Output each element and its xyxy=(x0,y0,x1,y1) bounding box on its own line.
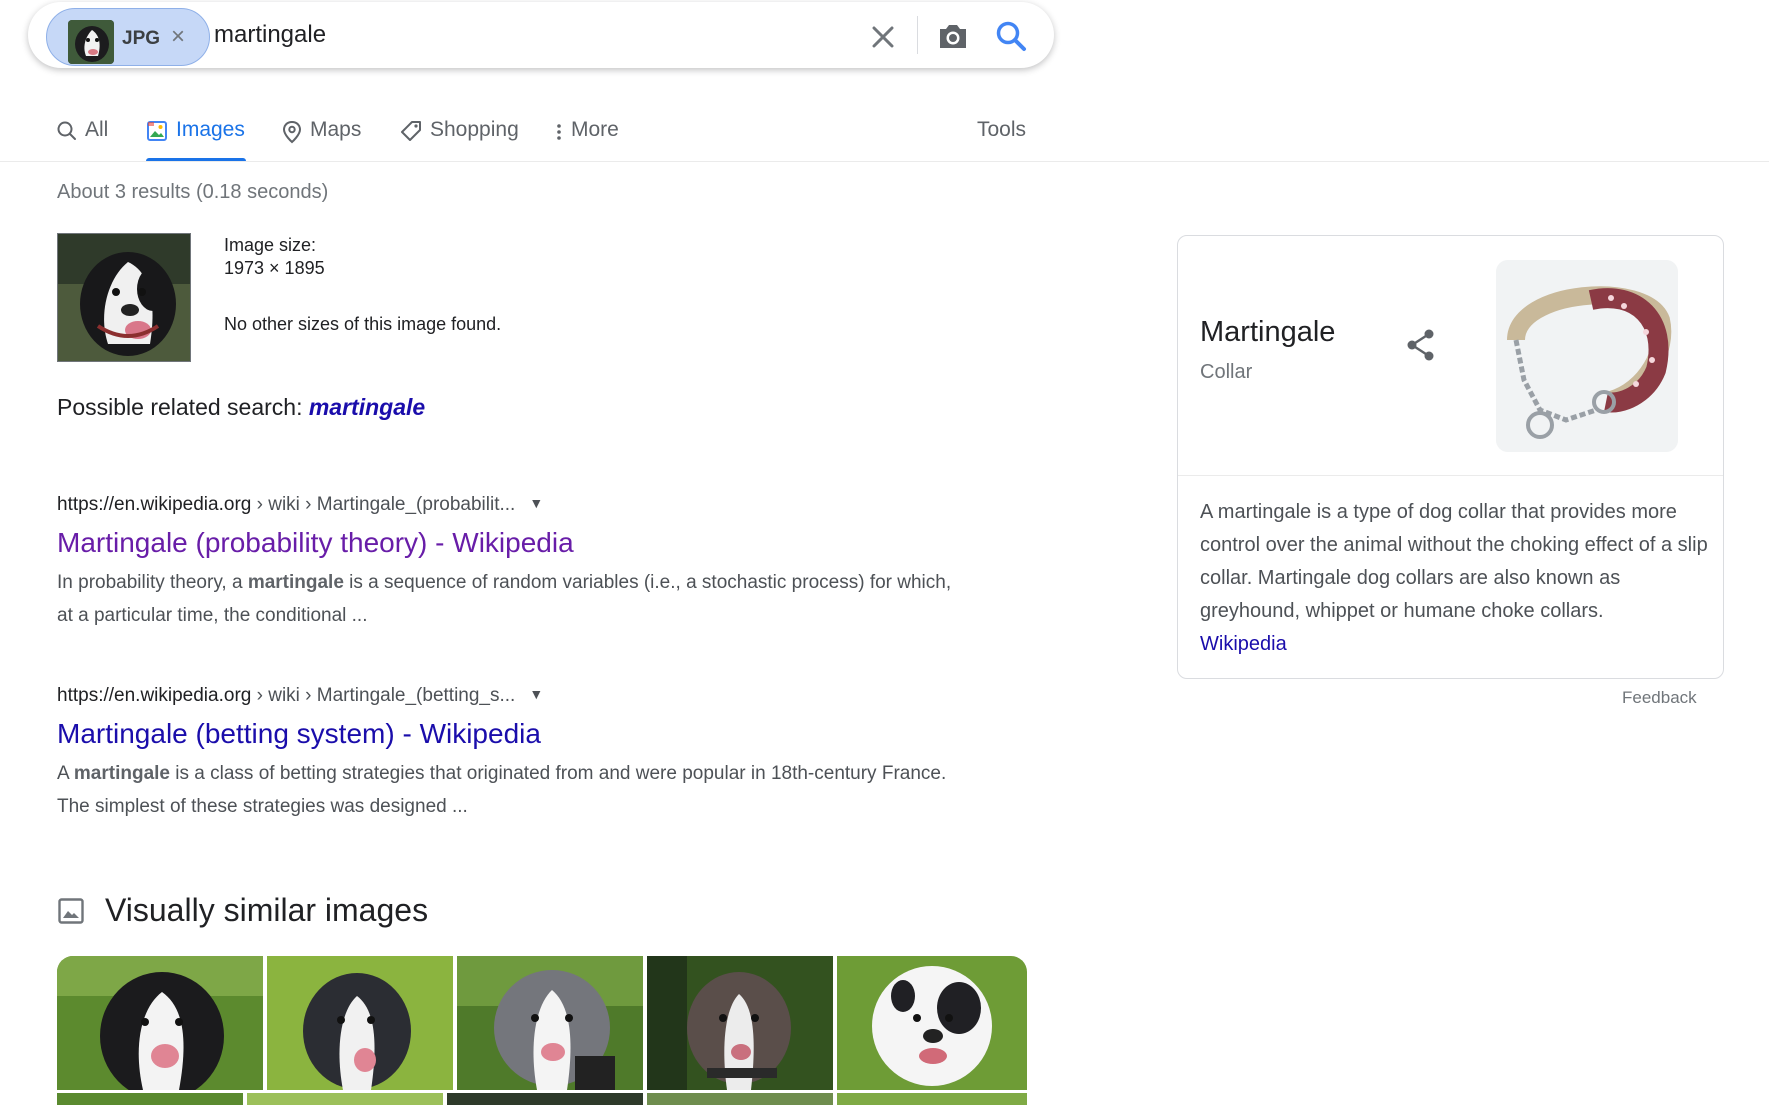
search-icon xyxy=(57,121,76,140)
tab-maps[interactable]: Maps xyxy=(282,118,361,162)
kp-divider xyxy=(1178,475,1723,476)
similar-image-thumb[interactable] xyxy=(247,1093,443,1105)
tab-label: Maps xyxy=(310,118,362,141)
feedback-link[interactable]: Feedback xyxy=(1622,688,1697,708)
similar-image-thumb[interactable] xyxy=(647,956,833,1090)
caret-down-icon[interactable]: ▼ xyxy=(529,495,543,511)
result-url[interactable]: https://en.wikipedia.org › wiki › Martin… xyxy=(57,494,957,516)
search-result: https://en.wikipedia.org › wiki › Martin… xyxy=(57,685,957,823)
tabs-divider xyxy=(0,161,1769,162)
kp-title: Martingale xyxy=(1200,316,1336,348)
chip-label: JPG xyxy=(122,28,161,49)
more-vert-icon xyxy=(557,124,561,140)
related-search-link[interactable]: martingale xyxy=(309,394,425,420)
image-size-label: Image size: xyxy=(224,235,317,255)
kp-description-text: A martingale is a type of dog collar tha… xyxy=(1200,501,1708,622)
related-search: Possible related search: martingale xyxy=(57,394,425,421)
similar-images-grid xyxy=(57,956,1027,1105)
similar-image-thumb[interactable] xyxy=(457,956,643,1090)
similar-image-thumb[interactable] xyxy=(837,956,1027,1090)
kp-source-link[interactable]: Wikipedia xyxy=(1200,633,1287,655)
result-domain: https://en.wikipedia.org xyxy=(57,494,252,515)
tab-images[interactable]: Images xyxy=(146,118,246,162)
result-stats: About 3 results (0.18 seconds) xyxy=(57,181,329,203)
image-search-chip[interactable]: JPG × xyxy=(46,8,210,66)
snippet-bold: martingale xyxy=(73,763,170,784)
snippet-bold: martingale xyxy=(247,572,344,593)
result-title-link[interactable]: Martingale (probability theory) - Wikipe… xyxy=(57,526,957,560)
search-result: https://en.wikipedia.org › wiki › Martin… xyxy=(57,494,957,632)
search-bar: JPG × martingale xyxy=(28,2,1054,68)
search-input[interactable]: martingale xyxy=(214,21,326,49)
chip-remove-icon[interactable]: × xyxy=(171,25,185,49)
image-outline-icon xyxy=(58,897,84,924)
related-search-prefix: Possible related search: xyxy=(57,394,309,420)
similar-image-thumb[interactable] xyxy=(57,1093,243,1105)
tools-button[interactable]: Tools xyxy=(977,118,1026,162)
similar-image-thumb[interactable] xyxy=(447,1093,643,1105)
tab-shopping[interactable]: Shopping xyxy=(400,118,519,162)
image-size-value: 1973 × 1895 xyxy=(224,258,325,278)
snippet-text: is a class of betting strategies that or… xyxy=(57,763,947,817)
result-domain: https://en.wikipedia.org xyxy=(57,685,252,706)
similar-images-title: Visually similar images xyxy=(105,892,429,928)
result-snippet: A martingale is a class of betting strat… xyxy=(57,757,957,823)
tools-label: Tools xyxy=(977,118,1027,141)
kp-image[interactable] xyxy=(1496,260,1678,452)
similar-image-thumb[interactable] xyxy=(837,1093,1027,1105)
tag-icon xyxy=(401,121,421,141)
map-pin-icon xyxy=(282,120,302,144)
tab-label: Images xyxy=(176,118,245,141)
tab-label: All xyxy=(85,118,109,141)
no-other-sizes-text: No other sizes of this image found. xyxy=(224,314,502,334)
similar-image-thumb[interactable] xyxy=(57,956,263,1090)
result-path: › wiki › Martingale_(probabilit... xyxy=(251,494,516,515)
caret-down-icon[interactable]: ▼ xyxy=(529,686,543,702)
kp-description: A martingale is a type of dog collar tha… xyxy=(1200,496,1710,661)
camera-icon[interactable] xyxy=(936,20,970,52)
tab-label: More xyxy=(571,118,619,141)
similar-images-header: Visually similar images xyxy=(57,892,428,929)
query-image-thumbnail[interactable] xyxy=(57,233,191,362)
tab-more[interactable]: More xyxy=(555,118,619,162)
clear-icon[interactable] xyxy=(868,22,898,52)
result-url[interactable]: https://en.wikipedia.org › wiki › Martin… xyxy=(57,685,957,707)
similar-image-thumb[interactable] xyxy=(267,956,453,1090)
knowledge-panel: Martingale Collar A martingale is a type… xyxy=(1177,235,1724,679)
similar-image-thumb[interactable] xyxy=(647,1093,833,1105)
result-snippet: In probability theory, a martingale is a… xyxy=(57,566,957,632)
search-tabs: All Images Maps Shopping More Tools xyxy=(0,104,1769,162)
kp-subtitle: Collar xyxy=(1200,361,1253,383)
tab-label: Shopping xyxy=(430,118,519,141)
snippet-text: In probability theory, a xyxy=(57,572,248,593)
result-path: › wiki › Martingale_(betting_s... xyxy=(251,685,516,706)
search-divider xyxy=(917,16,918,54)
result-title-link[interactable]: Martingale (betting system) - Wikipedia xyxy=(57,717,957,751)
snippet-text: A xyxy=(57,763,74,784)
tab-all[interactable]: All xyxy=(57,118,108,162)
share-icon[interactable] xyxy=(1405,328,1437,362)
chip-thumbnail xyxy=(68,20,114,64)
search-icon[interactable] xyxy=(994,19,1028,53)
image-icon xyxy=(147,121,167,141)
